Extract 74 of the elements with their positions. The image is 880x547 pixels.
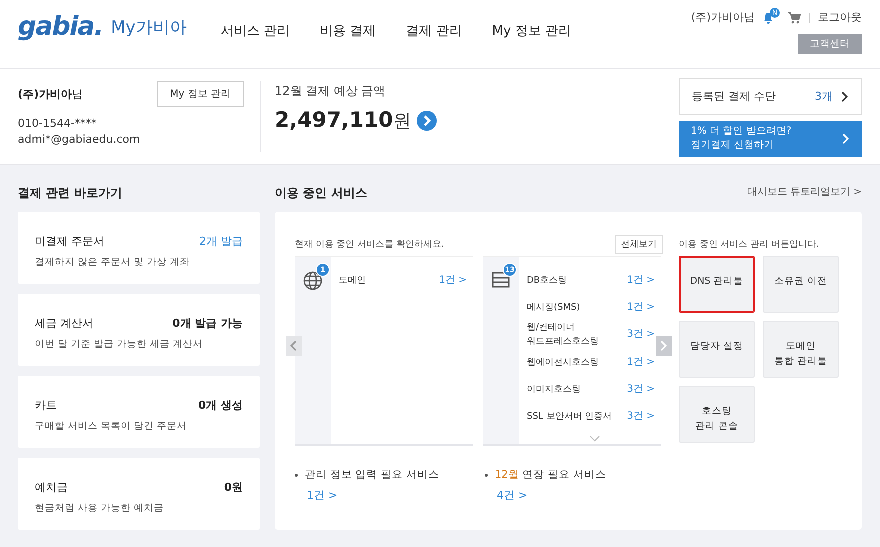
- note-title: 12월 연장 필요 서비스: [495, 468, 606, 482]
- user-name: (주)가비아님: [691, 10, 755, 25]
- services-subtitle: 현재 이용 중인 서비스를 확인하세요.: [295, 238, 444, 250]
- shortcut-card[interactable]: 세금 계산서 0개 발급 가능 이번 달 기준 발급 가능한 세금 계산서: [18, 294, 260, 366]
- card-value: 0개 발급 가능: [172, 316, 243, 331]
- promo-banner[interactable]: 1% 더 할인 받으려면? 정기결제 신청하기: [679, 121, 862, 157]
- note-count-link[interactable]: 1건 >: [307, 488, 338, 503]
- estimate-label: 12월 결제 예상 금액: [275, 83, 387, 100]
- tutorial-link[interactable]: 대시보드 튜토리얼보기 >: [747, 185, 862, 199]
- service-count-link[interactable]: 3건 >: [627, 410, 655, 424]
- service-name: 도메인: [339, 274, 366, 288]
- service-count-link[interactable]: 1건 >: [627, 356, 655, 370]
- card-description: 이번 달 기준 발급 가능한 세금 계산서: [35, 338, 204, 351]
- logout-link[interactable]: 로그아웃: [818, 10, 862, 25]
- chevron-icon: [660, 340, 668, 352]
- section-title: 결제 관련 바로가기: [18, 185, 122, 202]
- service-name: 웹/컨테이너 워드프레스호스팅: [527, 322, 599, 349]
- service-count-link[interactable]: 1건 >: [439, 274, 467, 288]
- service-name: 이미지호스팅: [527, 384, 581, 396]
- management-subtitle: 이용 중인 서비스 관리 버튼입니다.: [679, 238, 820, 250]
- service-name: SSL 보안서버 인증서: [527, 410, 612, 424]
- card-description: 구매할 서비스 목록이 담긴 주문서: [35, 420, 188, 433]
- card-title: 예치금: [35, 480, 68, 495]
- card-title: 카트: [35, 398, 57, 413]
- view-all-button[interactable]: 전체보기: [615, 234, 663, 254]
- profile-phone: 010-1544-****: [18, 116, 98, 132]
- arrow-circle-icon[interactable]: [417, 110, 438, 130]
- card-value: 0개 생성: [198, 398, 243, 413]
- profile-name: (주)가비아님: [18, 87, 84, 102]
- payment-method-label: 등록된 결제 수단: [692, 89, 776, 104]
- profile-email: admi*@gabiaedu.com: [18, 132, 142, 148]
- nav-link[interactable]: 결제 관리: [406, 22, 462, 40]
- nav-link[interactable]: 비용 결제: [320, 22, 376, 40]
- card-title: 세금 계산서: [35, 316, 94, 331]
- note-title: 관리 정보 입력 필요 서비스: [305, 468, 440, 482]
- shortcut-card[interactable]: 예치금 0원 현금처럼 사용 가능한 예치금: [18, 458, 260, 530]
- payment-method-card[interactable]: 등록된 결제 수단 3개: [679, 78, 862, 115]
- management-button[interactable]: 소유권 이전: [763, 256, 839, 313]
- service-count-link[interactable]: 1건 >: [627, 300, 655, 314]
- card-description: 현금처럼 사용 가능한 예치금: [35, 502, 166, 515]
- nav-link[interactable]: 서비스 관리: [220, 22, 290, 40]
- card-title: 미결제 주문서: [35, 234, 104, 249]
- card-description: 결제하지 않은 주문서 및 가상 계좌: [35, 256, 192, 269]
- my-info-button[interactable]: My 정보 관리: [157, 81, 244, 107]
- service-name: 메시징(SMS): [527, 302, 580, 314]
- product-title: My가비아: [111, 17, 187, 39]
- management-button[interactable]: 호스팅 관리 콘솔: [679, 386, 755, 443]
- bell-icon[interactable]: [763, 12, 774, 24]
- server-icon: [492, 271, 510, 289]
- shortcut-card[interactable]: 미결제 주문서 2개 발급 결제하지 않은 주문서 및 가상 계좌: [18, 212, 260, 284]
- nav-link[interactable]: My 정보 관리: [492, 22, 572, 40]
- logo[interactable]: gabia.: [18, 12, 104, 42]
- service-name: 웹에이전시호스팅: [527, 356, 599, 370]
- service-count-link[interactable]: 3건 >: [627, 382, 655, 396]
- chevron-icon: [842, 133, 850, 145]
- cart-icon[interactable]: [788, 12, 801, 24]
- payment-method-count: 3개: [815, 89, 833, 104]
- card-value: 2개 발급: [200, 234, 243, 249]
- chevron-icon: [290, 340, 298, 352]
- card-value: 0원: [224, 480, 243, 495]
- service-count-link[interactable]: 3건 >: [627, 328, 655, 342]
- management-button[interactable]: 도메인 통합 관리툴: [763, 321, 839, 378]
- globe-icon: [303, 271, 323, 291]
- bullet-icon: [485, 474, 488, 476]
- chevron-icon: [841, 90, 849, 102]
- shortcut-card[interactable]: 카트 0개 생성 구매할 서비스 목록이 담긴 주문서: [18, 376, 260, 448]
- management-button[interactable]: 담당자 설정: [679, 321, 755, 378]
- bullet-icon: [295, 474, 298, 476]
- management-button[interactable]: DNS 관리툴: [679, 256, 755, 313]
- service-count-link[interactable]: 1건 >: [627, 274, 655, 288]
- service-name: DB호스팅: [527, 274, 568, 288]
- section-title: 이용 중인 서비스: [275, 185, 368, 202]
- estimate-amount: 2,497,110원: [275, 108, 412, 133]
- note-count-link[interactable]: 4건 >: [497, 488, 528, 503]
